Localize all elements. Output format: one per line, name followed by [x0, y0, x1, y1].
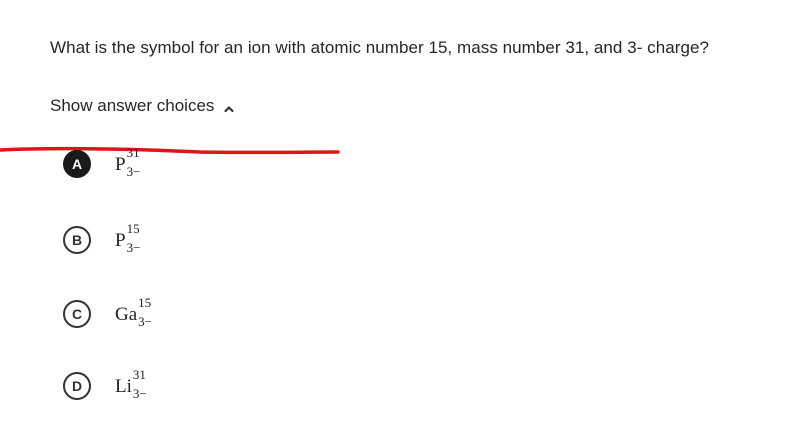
question-text: What is the symbol for an ion with atomi… — [50, 38, 709, 57]
choice-formula: Ga 15 3− — [115, 296, 152, 329]
choice-letter-badge: D — [63, 372, 91, 400]
element-symbol: Li — [115, 375, 132, 397]
choice-formula: Li 31 3− — [115, 368, 147, 401]
element-symbol: P — [115, 229, 126, 251]
charge: 3− — [132, 386, 147, 401]
chevron-up-icon — [223, 100, 235, 113]
show-answer-choices-toggle[interactable]: Show answer choices — [50, 96, 235, 116]
charge: 3− — [138, 314, 152, 329]
superscript-number: 15 — [126, 221, 140, 236]
choice-letter-badge: B — [63, 226, 91, 254]
element-symbol: Ga — [115, 303, 138, 325]
answer-choice-b[interactable]: B P 15 3− — [63, 222, 141, 255]
answer-choice-c[interactable]: C Ga 15 3− — [63, 296, 152, 329]
toggle-label: Show answer choices — [50, 96, 215, 115]
element-symbol: P — [115, 153, 126, 175]
choice-letter-badge: C — [63, 300, 91, 328]
choice-formula: P 31 3− — [115, 146, 141, 179]
superscript-number: 31 — [132, 367, 146, 382]
answer-choice-a[interactable]: A P 31 3− — [63, 146, 141, 179]
answer-choice-d[interactable]: D Li 31 3− — [63, 368, 147, 401]
choice-letter-badge: A — [63, 150, 91, 178]
choice-formula: P 15 3− — [115, 222, 141, 255]
red-annotation-line — [0, 146, 340, 155]
charge: 3− — [126, 164, 141, 179]
superscript-number: 15 — [138, 295, 152, 310]
mass-number: 31 — [126, 145, 140, 160]
charge: 3− — [126, 240, 141, 255]
